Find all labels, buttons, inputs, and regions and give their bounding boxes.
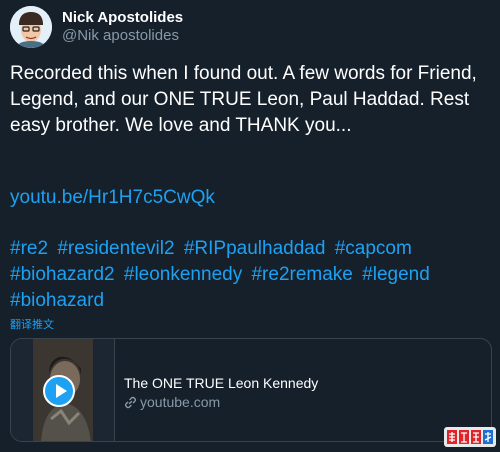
tweet-text: Recorded this when I found out. A few wo…	[10, 63, 477, 136]
link-icon	[124, 396, 137, 412]
hashtag[interactable]: #re2	[10, 238, 48, 259]
link-preview-card[interactable]: The ONE TRUE Leon Kennedy youtube.com	[10, 338, 492, 442]
hashtag[interactable]: #capcom	[335, 238, 412, 259]
play-icon[interactable]	[43, 375, 75, 407]
hashtag-list: #re2 #residentevil2 #RIPpaulhaddad #capc…	[10, 236, 492, 314]
tweet-link[interactable]: youtu.be/Hr1H7c5CwQk	[10, 185, 215, 211]
hashtag[interactable]: #leonkennedy	[124, 264, 242, 285]
video-thumbnail[interactable]	[11, 339, 115, 441]
tweet[interactable]: Nick Apostolides @Nik apostolides Record…	[0, 0, 500, 452]
card-domain: youtube.com	[124, 394, 220, 412]
hashtag[interactable]: #biohazard2	[10, 264, 115, 285]
avatar[interactable]	[10, 6, 52, 48]
card-domain-label: youtube.com	[140, 394, 221, 410]
hashtag[interactable]: #RIPpaulhaddad	[184, 238, 326, 259]
hashtag[interactable]: #residentevil2	[57, 238, 174, 259]
site-watermark-logo	[444, 426, 496, 448]
author-handle[interactable]: @Nik apostolides	[62, 27, 179, 44]
author-name[interactable]: Nick Apostolides	[62, 9, 183, 26]
hashtag[interactable]: #biohazard	[10, 290, 104, 311]
card-title[interactable]: The ONE TRUE Leon Kennedy	[124, 375, 318, 391]
hashtag[interactable]: #re2remake	[251, 264, 352, 285]
hashtag[interactable]: #legend	[362, 264, 430, 285]
translate-tweet-link[interactable]: 翻译推文	[10, 316, 54, 332]
